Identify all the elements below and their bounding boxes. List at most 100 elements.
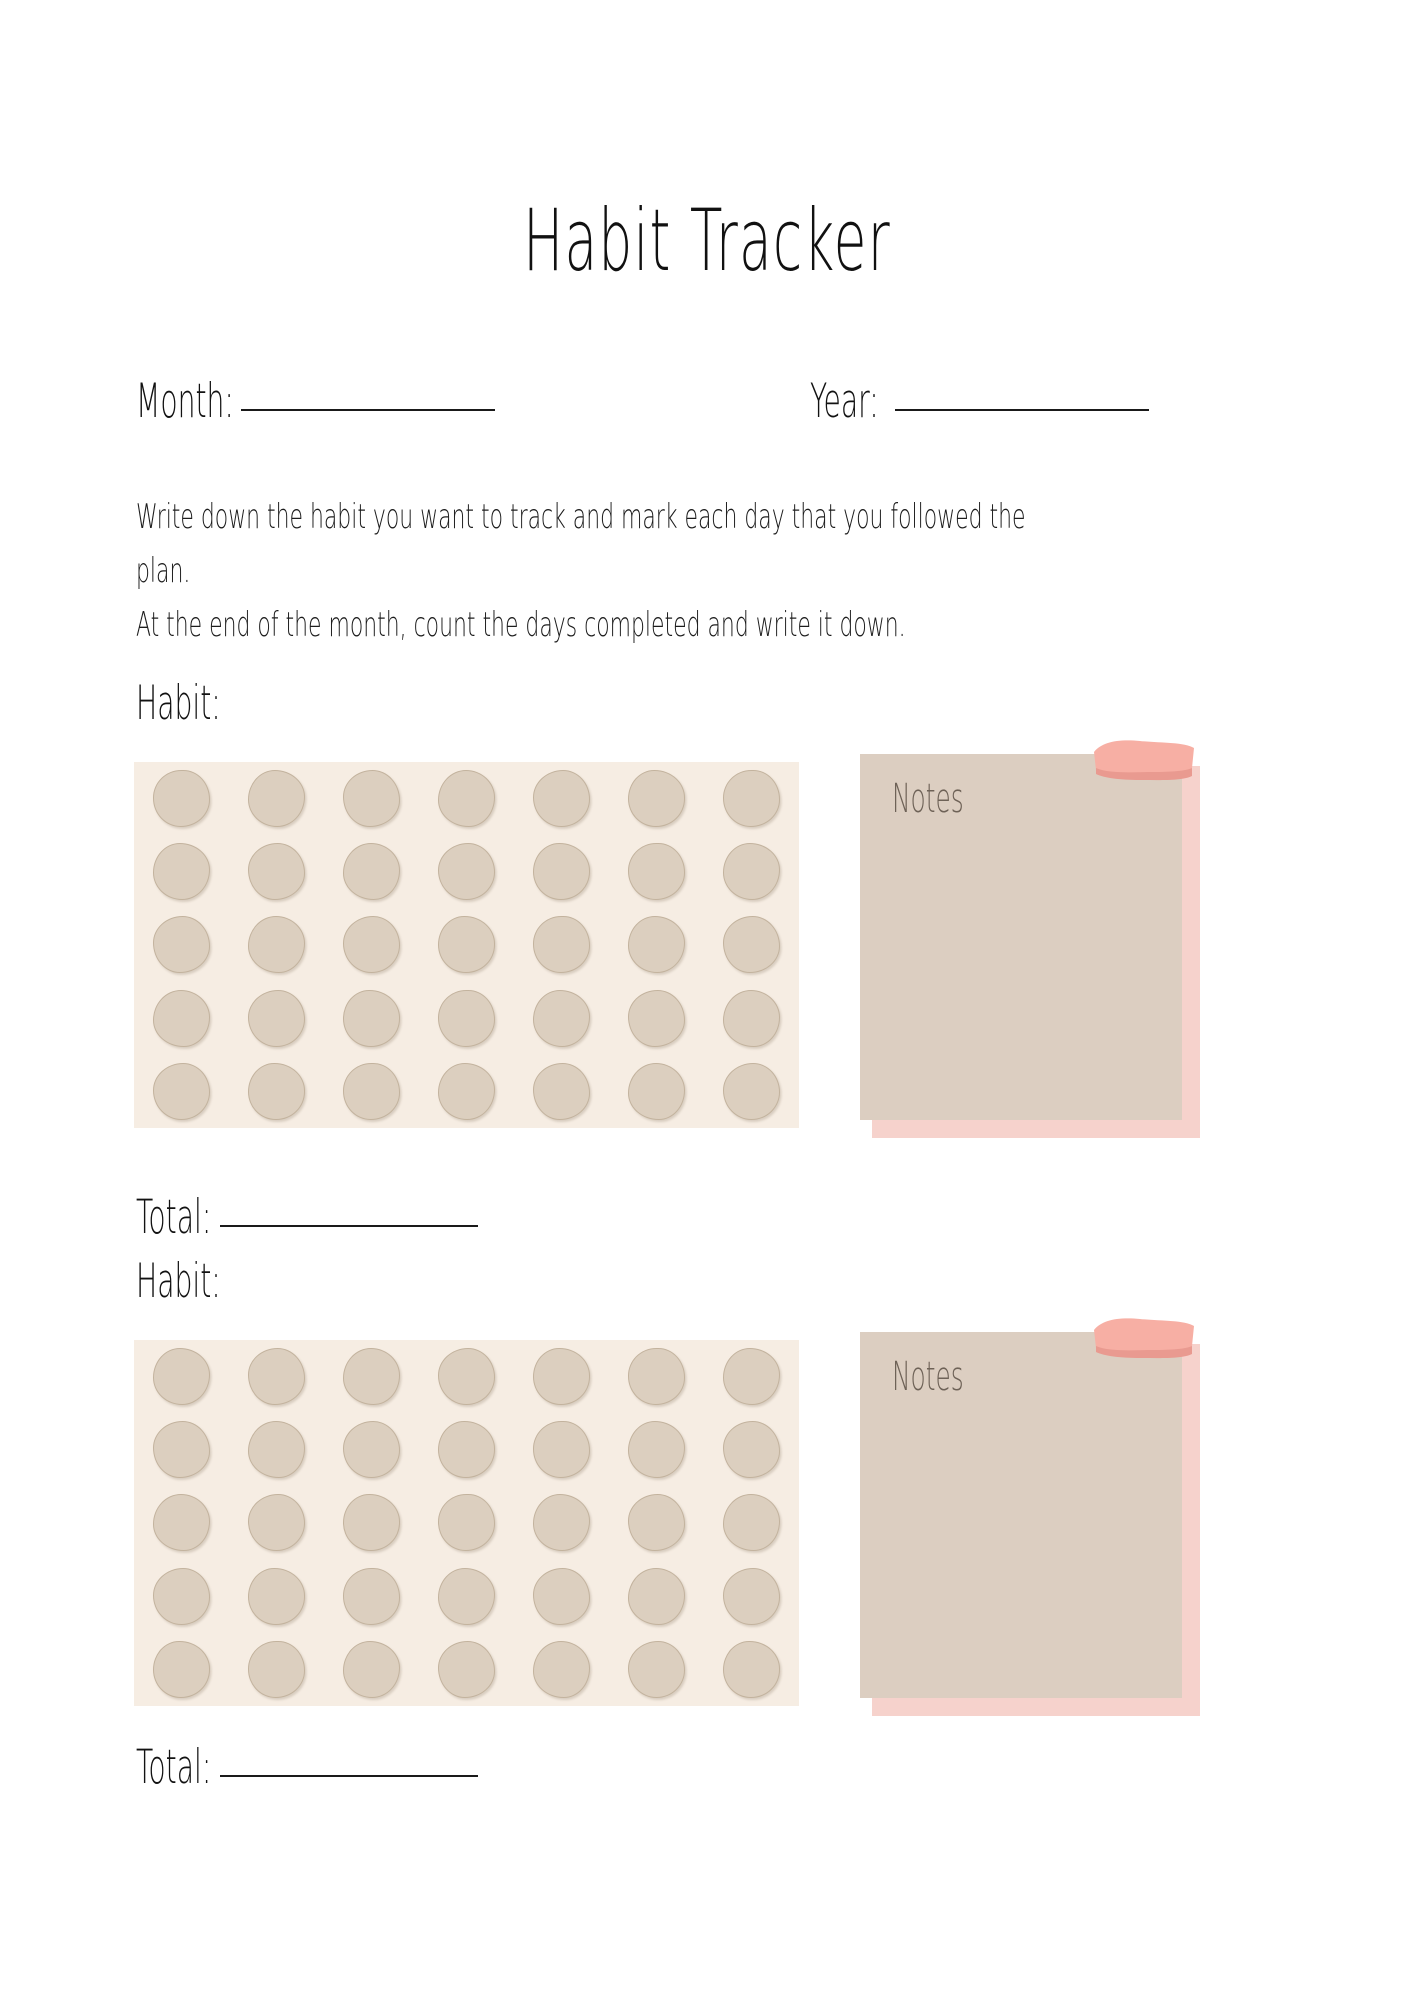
- habit-dot-cell[interactable]: [419, 908, 514, 981]
- habit-dot-cell[interactable]: [229, 908, 324, 981]
- habit-dot[interactable]: [153, 1567, 210, 1625]
- habit-dot[interactable]: [438, 1062, 495, 1120]
- notes-surface-1[interactable]: Notes: [860, 754, 1182, 1120]
- habit-dot[interactable]: [628, 1062, 685, 1120]
- habit-dot[interactable]: [438, 1421, 495, 1479]
- habit-dot[interactable]: [153, 843, 210, 901]
- habit-dot-cell[interactable]: [704, 835, 799, 908]
- total-row-2[interactable]: Total:: [136, 1740, 478, 1795]
- habit-dot[interactable]: [153, 770, 210, 828]
- habit-dot-cell[interactable]: [609, 762, 704, 835]
- habit-dot[interactable]: [248, 843, 305, 901]
- habit-dot-cell[interactable]: [419, 1413, 514, 1486]
- habit-dot-cell[interactable]: [704, 982, 799, 1055]
- habit-dot-cell[interactable]: [324, 762, 419, 835]
- habit-dot[interactable]: [628, 1567, 685, 1625]
- habit-dot-cell[interactable]: [134, 1633, 229, 1706]
- habit-dot-cell[interactable]: [609, 982, 704, 1055]
- habit-dot[interactable]: [533, 1567, 590, 1625]
- habit-dot-cell[interactable]: [514, 762, 609, 835]
- habit-dot-cell[interactable]: [229, 1633, 324, 1706]
- habit-dot[interactable]: [533, 916, 590, 974]
- habit-dot[interactable]: [248, 1567, 305, 1625]
- habit-dot[interactable]: [438, 1494, 495, 1552]
- habit-dot-cell[interactable]: [419, 982, 514, 1055]
- habit-dot-cell[interactable]: [229, 1055, 324, 1128]
- habit-dot[interactable]: [438, 770, 495, 828]
- habit-dot-cell[interactable]: [419, 1055, 514, 1128]
- habit-dot[interactable]: [628, 1640, 685, 1698]
- notes-card-2[interactable]: Notes: [860, 1318, 1200, 1716]
- habit-dot-cell[interactable]: [324, 835, 419, 908]
- habit-dot-cell[interactable]: [514, 835, 609, 908]
- habit-dot-cell[interactable]: [229, 762, 324, 835]
- habit-dot-cell[interactable]: [324, 1340, 419, 1413]
- habit-dot[interactable]: [248, 770, 305, 828]
- habit-dot[interactable]: [628, 916, 685, 974]
- notes-surface-2[interactable]: Notes: [860, 1332, 1182, 1698]
- habit-dot[interactable]: [533, 1062, 590, 1120]
- month-write-line[interactable]: [241, 409, 496, 411]
- habit-dot-cell[interactable]: [609, 1413, 704, 1486]
- habit-dot-cell[interactable]: [134, 1413, 229, 1486]
- habit-dot-cell[interactable]: [134, 1486, 229, 1559]
- habit-dot-cell[interactable]: [704, 1633, 799, 1706]
- habit-dot[interactable]: [248, 916, 305, 974]
- habit-dot-cell[interactable]: [229, 982, 324, 1055]
- habit-dot-cell[interactable]: [134, 835, 229, 908]
- habit-dot[interactable]: [533, 1494, 590, 1552]
- habit-dot[interactable]: [723, 1062, 780, 1120]
- habit-dot-cell[interactable]: [704, 1486, 799, 1559]
- habit-dot-cell[interactable]: [704, 762, 799, 835]
- habit-dot-cell[interactable]: [514, 1486, 609, 1559]
- habit-dot[interactable]: [533, 770, 590, 828]
- habit-dot-cell[interactable]: [704, 908, 799, 981]
- habit-dot[interactable]: [248, 1348, 305, 1406]
- habit-dot[interactable]: [343, 916, 400, 974]
- habit-dot[interactable]: [438, 1640, 495, 1698]
- habit-dot-cell[interactable]: [609, 1055, 704, 1128]
- habit-dot[interactable]: [343, 1421, 400, 1479]
- habit-dot[interactable]: [248, 989, 305, 1047]
- habit-dot[interactable]: [723, 989, 780, 1047]
- habit-dot-cell[interactable]: [229, 1340, 324, 1413]
- habit-dot[interactable]: [153, 989, 210, 1047]
- habit-dot[interactable]: [723, 1421, 780, 1479]
- habit-dot-cell[interactable]: [419, 1560, 514, 1633]
- habit-dot[interactable]: [153, 1348, 210, 1406]
- habit-dot-cell[interactable]: [134, 982, 229, 1055]
- habit-dot[interactable]: [248, 1494, 305, 1552]
- habit-dot[interactable]: [438, 989, 495, 1047]
- habit-dot[interactable]: [343, 1062, 400, 1120]
- total-write-line-1[interactable]: [219, 1225, 478, 1227]
- habit-dot[interactable]: [153, 1494, 210, 1552]
- habit-dot-cell[interactable]: [419, 762, 514, 835]
- habit-dot[interactable]: [723, 1494, 780, 1552]
- total-row-1[interactable]: Total:: [136, 1190, 478, 1245]
- habit-dot[interactable]: [153, 916, 210, 974]
- habit-dot-cell[interactable]: [324, 982, 419, 1055]
- habit-dot[interactable]: [248, 1062, 305, 1120]
- habit-dot[interactable]: [723, 843, 780, 901]
- habit-dot[interactable]: [153, 1062, 210, 1120]
- habit-dot-cell[interactable]: [229, 1486, 324, 1559]
- habit-dot[interactable]: [628, 989, 685, 1047]
- year-field[interactable]: Year:: [810, 374, 1149, 430]
- habit-dot-cell[interactable]: [609, 908, 704, 981]
- habit-dot-cell[interactable]: [134, 762, 229, 835]
- habit-dot-cell[interactable]: [324, 1486, 419, 1559]
- habit-dot[interactable]: [723, 916, 780, 974]
- habit-dot[interactable]: [343, 989, 400, 1047]
- habit-dot[interactable]: [723, 1640, 780, 1698]
- habit-dot[interactable]: [723, 1567, 780, 1625]
- habit-dot-cell[interactable]: [419, 1486, 514, 1559]
- habit-dot-cell[interactable]: [514, 1560, 609, 1633]
- habit-dot[interactable]: [438, 916, 495, 974]
- habit-dot[interactable]: [343, 1348, 400, 1406]
- habit-dot-cell[interactable]: [704, 1560, 799, 1633]
- habit-dot-cell[interactable]: [324, 1633, 419, 1706]
- habit-dot[interactable]: [153, 1421, 210, 1479]
- habit-dot-cell[interactable]: [514, 1055, 609, 1128]
- habit-dot[interactable]: [343, 770, 400, 828]
- habit-dot-cell[interactable]: [514, 1340, 609, 1413]
